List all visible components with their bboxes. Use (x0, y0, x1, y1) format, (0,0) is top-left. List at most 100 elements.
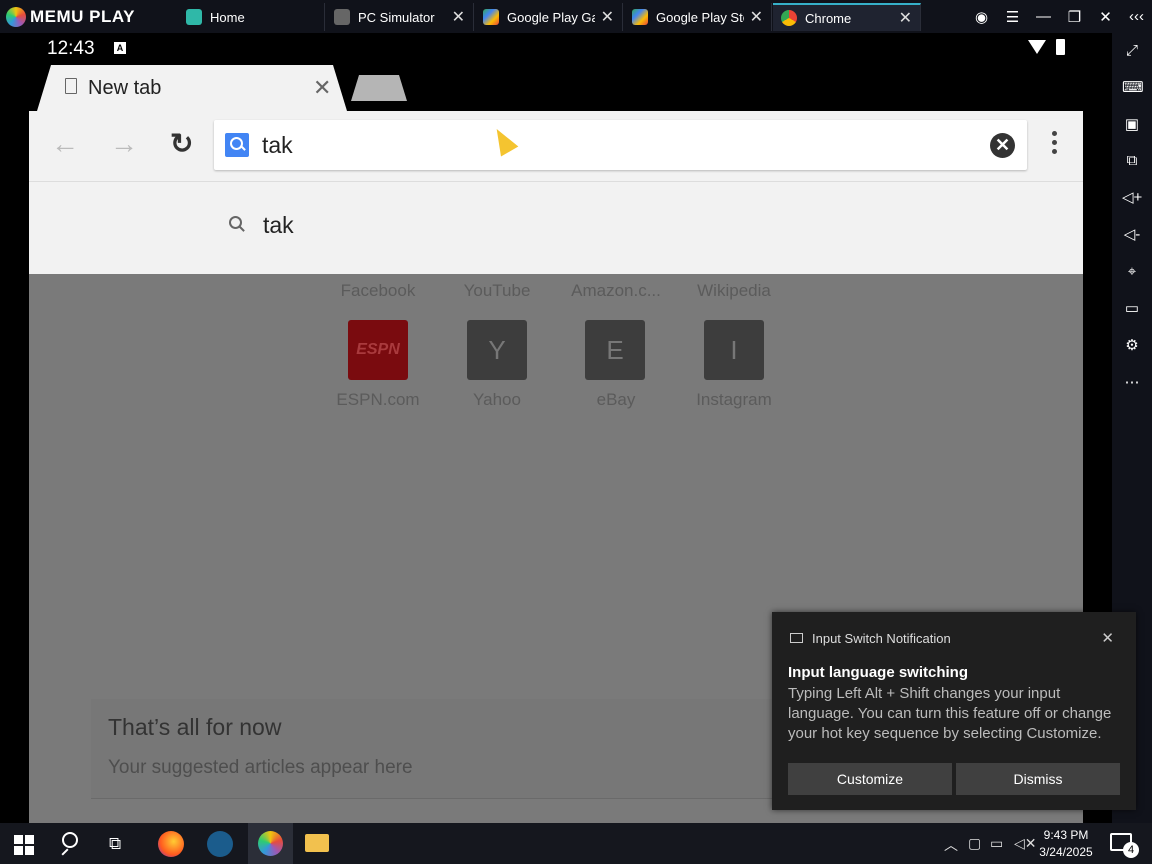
close-notification-icon[interactable]: ✕ (1101, 629, 1114, 647)
notification-title: Input language switching (788, 664, 968, 681)
new-tab-button[interactable] (351, 75, 407, 101)
chrome-toolbar: ← → ↻ tak ✕ (29, 111, 1083, 181)
site-label[interactable]: Facebook (323, 281, 433, 301)
menu-icon[interactable]: ☰ (997, 8, 1028, 26)
home-app-icon (186, 9, 202, 25)
omnibox-input[interactable]: tak (262, 132, 293, 159)
ebay-tile-icon[interactable]: E (585, 320, 645, 380)
close-tab-icon[interactable]: ✕ (313, 75, 331, 101)
close-icon[interactable]: ✕ (601, 7, 614, 27)
tab-label: Chrome (805, 10, 852, 26)
meet-now-icon[interactable]: ▢ (968, 835, 981, 852)
clear-input-icon[interactable]: ✕ (990, 133, 1015, 158)
windows-taskbar: ⧉ ︿ ▢ ▭ ◁✕ 9:43 PM 3/24/2025 4 (0, 823, 1152, 864)
network-icon[interactable]: ▭ (990, 835, 1003, 852)
minimize-icon[interactable]: — (1028, 8, 1059, 25)
tab-label: Google Play Sto (656, 9, 744, 25)
multi-window-icon[interactable]: ⧉ (1122, 151, 1142, 171)
action-center-icon[interactable]: 4 (1110, 833, 1139, 858)
volume-up-icon[interactable]: ◁+ (1122, 188, 1142, 208)
settings-gear-icon[interactable]: ⚙ (1122, 336, 1142, 356)
tile-label-yahoo[interactable]: Yahoo (442, 390, 552, 410)
tab-label: PC Simulator (358, 9, 435, 25)
tab-google-play-store[interactable]: Google Play Sto ✕ (624, 3, 772, 31)
omnibox-suggestion[interactable]: tak (29, 181, 1083, 274)
back-arrow-icon[interactable]: ← (51, 129, 79, 159)
articles-subtext: Your suggested articles appear here (108, 757, 413, 778)
volume-muted-icon[interactable]: ◁✕ (1014, 835, 1037, 852)
status-bar: 12:43 A (29, 33, 1083, 65)
chrome-tab-strip: New tab ✕ (29, 65, 1083, 111)
google-play-icon (632, 9, 648, 25)
location-icon[interactable]: ⌖ (1122, 262, 1142, 282)
desktop: MEMU PLAY Home PC Simulator ✕ Google Pla… (0, 0, 1152, 864)
fullscreen-icon[interactable]: ⤢ (1122, 41, 1142, 61)
chrome-icon (781, 10, 797, 26)
windows-start-icon[interactable] (14, 835, 34, 855)
memu-taskbar-button[interactable] (248, 823, 293, 864)
more-icon[interactable]: ⋯ (1122, 373, 1142, 393)
volume-down-icon[interactable]: ◁- (1122, 225, 1142, 245)
instagram-tile-icon[interactable]: I (704, 320, 764, 380)
folder-icon[interactable]: ▭ (1122, 299, 1142, 319)
tab-google-play-games[interactable]: Google Play Ga ✕ (475, 3, 623, 31)
keyboard-indicator-icon: A (114, 42, 126, 54)
collapse-sidebar-icon[interactable]: ‹‹‹ (1121, 8, 1152, 25)
tile-label-espn[interactable]: ESPN.com (323, 390, 433, 410)
memu-logo: MEMU PLAY (0, 6, 170, 27)
suggested-articles-card: That’s all for now Your suggested articl… (91, 699, 851, 799)
close-icon[interactable]: ✕ (899, 8, 912, 28)
battery-icon (1056, 39, 1065, 55)
tab-pc-simulator[interactable]: PC Simulator ✕ (326, 3, 474, 31)
memu-brand: MEMU PLAY (30, 6, 135, 26)
dismiss-button[interactable]: Dismiss (956, 763, 1120, 795)
customize-button[interactable]: Customize (788, 763, 952, 795)
espn-tile-icon[interactable]: ESPN (348, 320, 408, 380)
firefox-icon[interactable] (158, 831, 184, 857)
tab-label: Google Play Ga (507, 9, 595, 25)
divider (91, 798, 851, 799)
apk-icon[interactable]: ▣ (1122, 115, 1142, 135)
file-explorer-icon[interactable] (305, 834, 329, 852)
omnibox[interactable]: tak ✕ (214, 120, 1027, 170)
task-view-icon[interactable]: ⧉ (109, 834, 135, 860)
taskbar-date: 3/24/2025 (1039, 845, 1093, 859)
tab-label: Home (210, 9, 245, 25)
tile-label-instagram[interactable]: Instagram (679, 390, 789, 410)
overflow-menu-icon[interactable] (1047, 131, 1061, 161)
chrome-tab-new-tab[interactable]: New tab ✕ (37, 65, 347, 111)
google-play-icon (483, 9, 499, 25)
restore-icon[interactable]: ❐ (1059, 8, 1090, 26)
wifi-icon (1028, 40, 1046, 54)
account-icon[interactable]: ◉ (966, 8, 997, 26)
search-icon (229, 216, 245, 232)
notification-body: Typing Left Alt + Shift changes your inp… (788, 685, 1112, 742)
status-time: 12:43 (47, 38, 95, 59)
search-icon[interactable] (60, 832, 86, 858)
taskbar-clock[interactable]: 9:43 PM 3/24/2025 (1036, 827, 1096, 861)
keyboard-icon[interactable]: ⌨ (1122, 78, 1144, 98)
tile-label-ebay[interactable]: eBay (561, 390, 671, 410)
tab-home[interactable]: Home (178, 3, 325, 31)
reload-icon[interactable]: ↻ (170, 129, 193, 159)
pc-simulator-app-icon (334, 9, 350, 25)
page-icon (65, 78, 77, 94)
notification-count-badge: 4 (1123, 842, 1139, 858)
close-window-icon[interactable]: ✕ (1090, 8, 1121, 26)
suggestion-text: tak (263, 212, 294, 238)
notification-header: Input Switch Notification (812, 631, 951, 646)
chrome-tab-title: New tab (88, 77, 162, 99)
memu-title-bar: MEMU PLAY Home PC Simulator ✕ Google Pla… (0, 0, 1152, 33)
window-controls: ◉ ☰ — ❐ ✕ ‹‹‹ (966, 0, 1152, 33)
forward-arrow-icon[interactable]: → (110, 129, 138, 159)
close-icon[interactable]: ✕ (750, 7, 763, 27)
close-icon[interactable]: ✕ (452, 7, 465, 27)
yahoo-tile-icon[interactable]: Y (467, 320, 527, 380)
site-label[interactable]: Amazon.c... (561, 281, 671, 301)
taskbar-time: 9:43 PM (1043, 828, 1089, 842)
site-label[interactable]: YouTube (442, 281, 552, 301)
site-label[interactable]: Wikipedia (679, 281, 789, 301)
steam-icon[interactable] (207, 831, 233, 857)
show-hidden-icons-icon[interactable]: ︿ (944, 835, 958, 855)
tab-chrome[interactable]: Chrome ✕ (773, 3, 921, 31)
